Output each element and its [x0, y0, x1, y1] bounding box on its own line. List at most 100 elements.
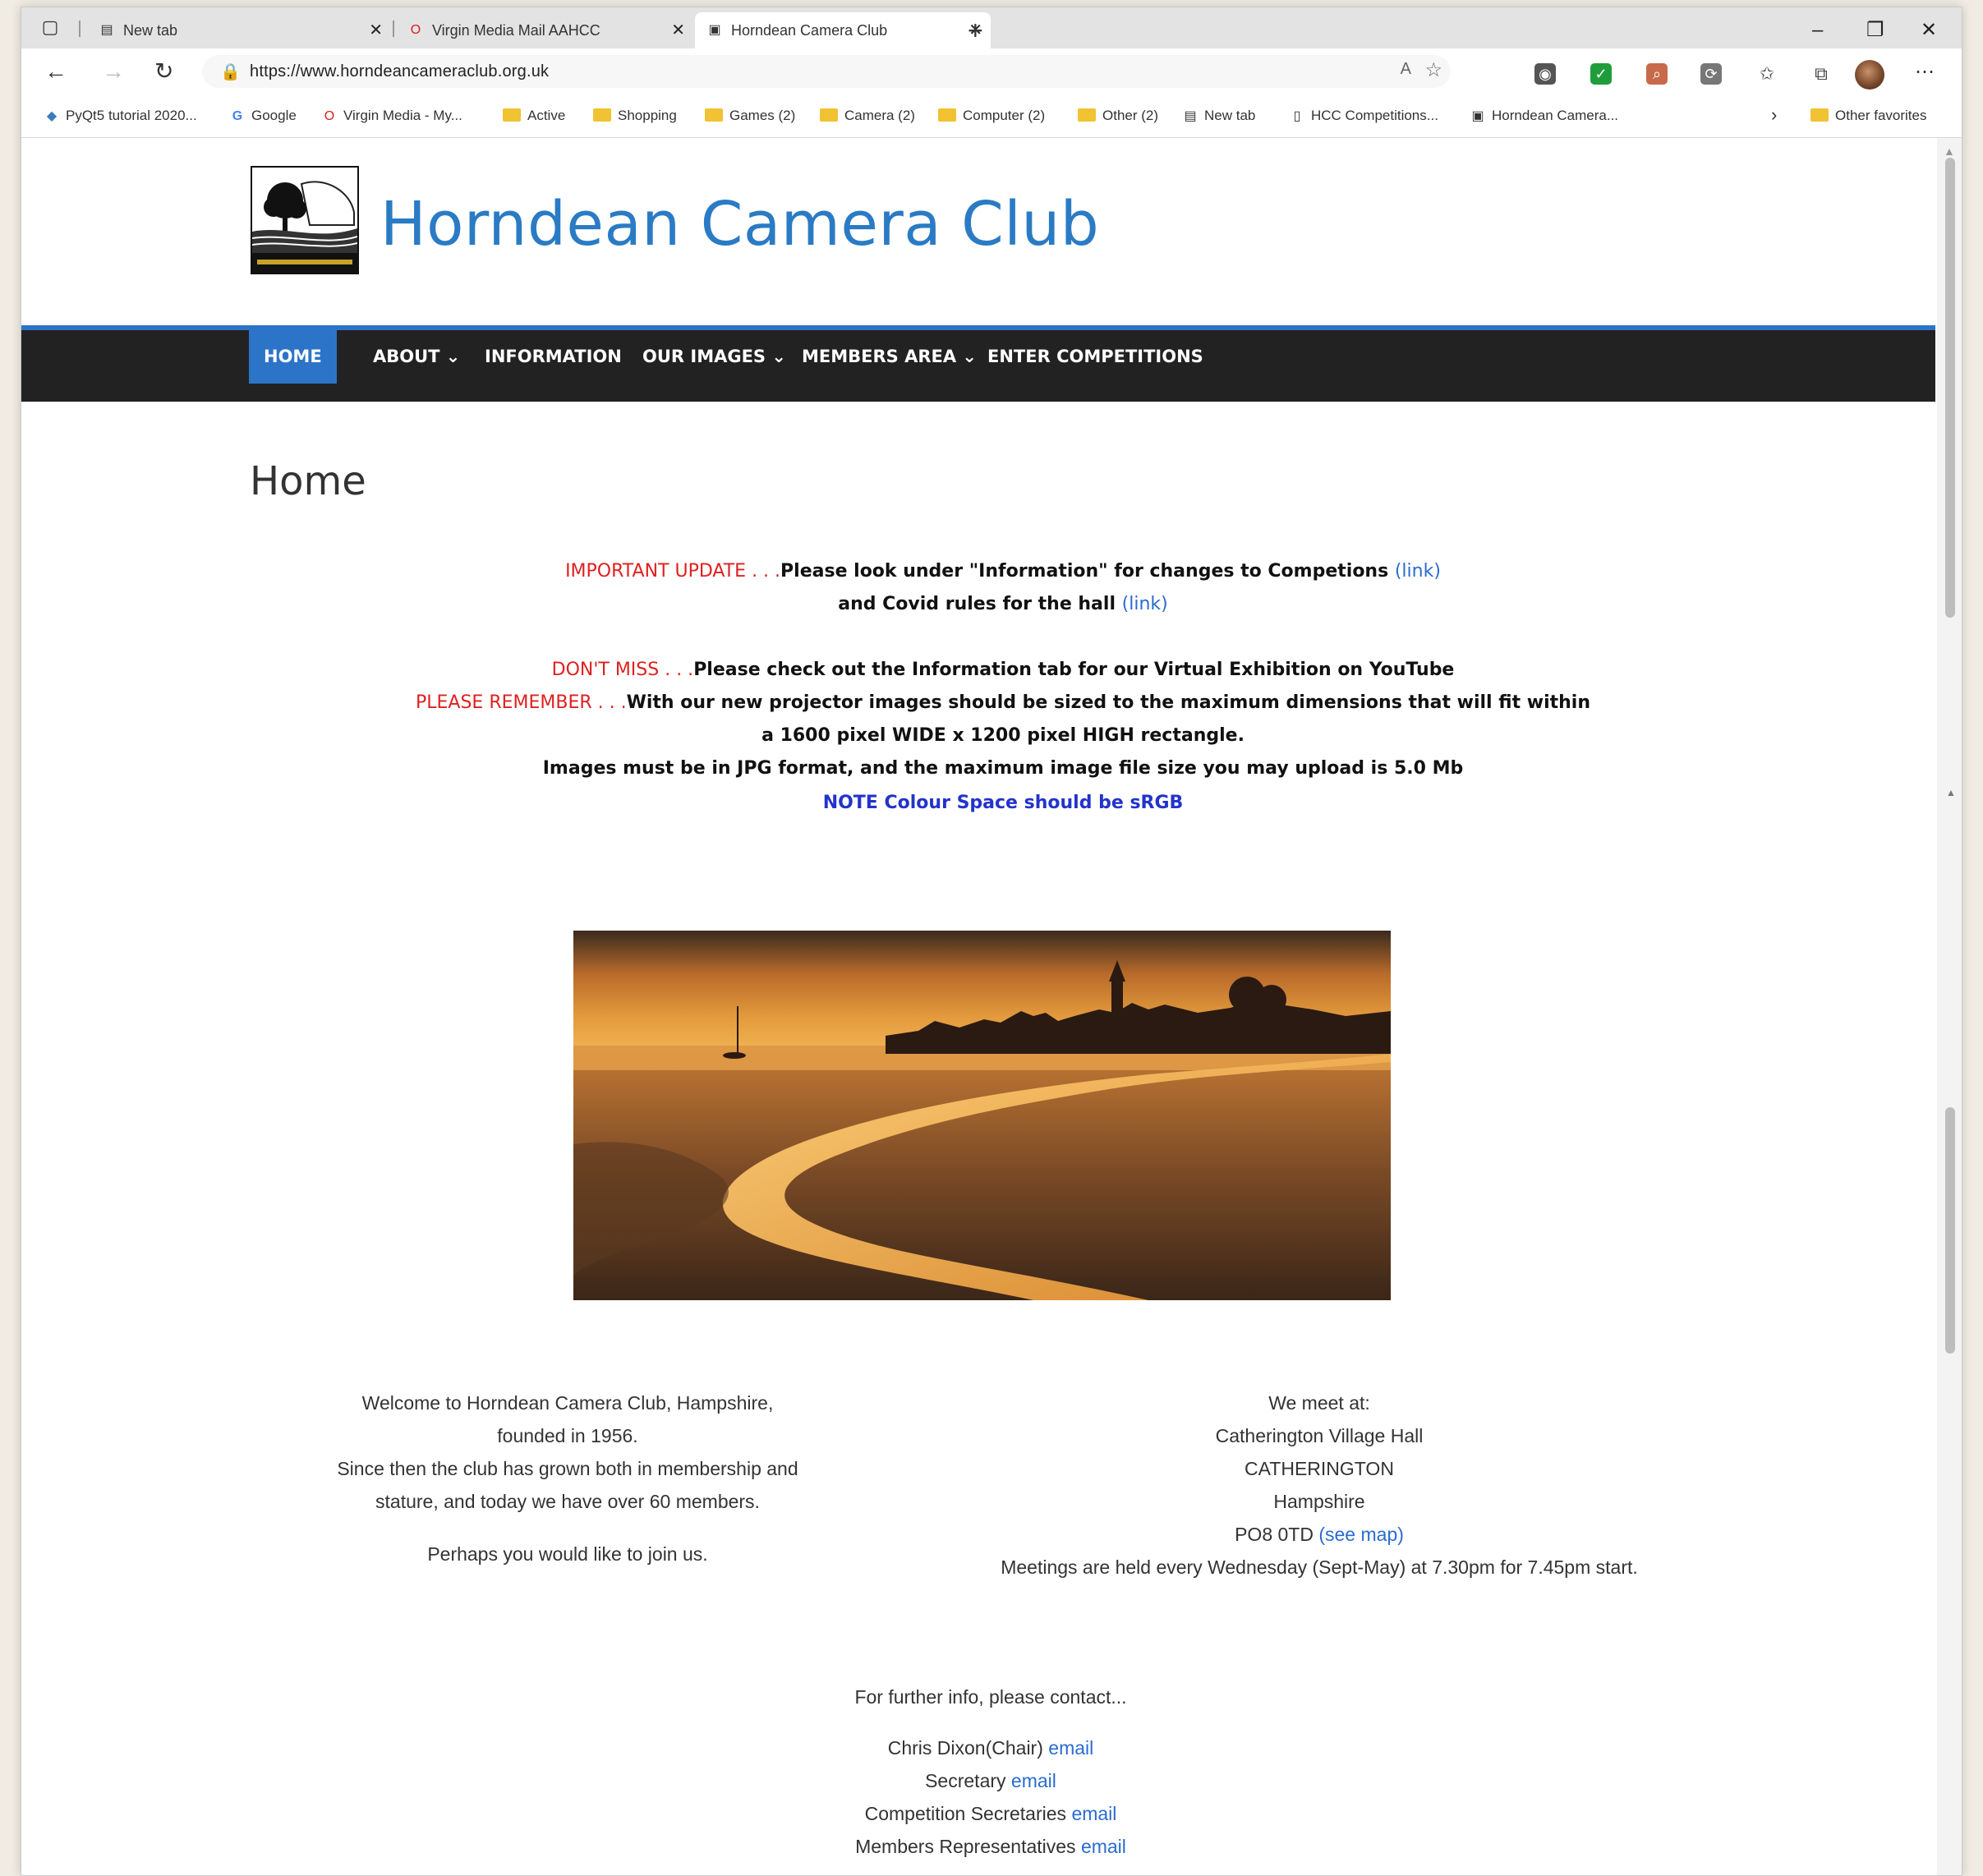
- close-icon[interactable]: ✕: [671, 12, 685, 48]
- read-aloud-icon[interactable]: A: [1401, 60, 1411, 79]
- newtab-icon: ▤: [1184, 109, 1197, 123]
- bookmark-folder-other[interactable]: Other (2): [1078, 108, 1158, 124]
- nav-our-images[interactable]: OUR IMAGES ⌄: [628, 330, 801, 384]
- bookmark-new-tab[interactable]: ▤ New tab: [1181, 108, 1255, 124]
- notice-image-size: a 1600 pixel WIDE x 1200 pixel HIGH rect…: [761, 725, 1245, 746]
- window-close-icon[interactable]: ✕: [1921, 14, 1937, 47]
- forward-icon[interactable]: →: [102, 57, 125, 86]
- virgin-media-icon: O: [324, 109, 335, 123]
- notice-please-remember: PLEASE REMEMBER . . .With our new projec…: [415, 692, 1590, 713]
- chevron-right-icon[interactable]: ›: [1771, 104, 1777, 126]
- page-icon: ▯: [1293, 109, 1301, 123]
- bookmark-folder-games[interactable]: Games (2): [705, 108, 795, 124]
- sidebar-toggle-icon[interactable]: ▢: [39, 17, 61, 37]
- address-bar[interactable]: 🔒 https://www.horndeancameraclub.org.uk …: [202, 55, 1451, 88]
- tab-strip: ▢ ▤ New tab ✕ O Virgin Media Mail AAHCC …: [21, 7, 1962, 48]
- camera-club-icon: ▣: [1471, 109, 1484, 123]
- favorite-star-icon[interactable]: ☆: [1424, 58, 1442, 82]
- sync-icon[interactable]: ⟳: [1700, 63, 1722, 85]
- folder-icon: [705, 108, 723, 122]
- back-icon[interactable]: ←: [44, 57, 67, 86]
- nav-home[interactable]: HOME: [249, 330, 337, 384]
- extension-icon[interactable]: ◉: [1534, 63, 1556, 85]
- restore-icon[interactable]: ❐: [1866, 14, 1884, 47]
- tab-separator: [393, 21, 394, 37]
- contact-section: For further info, please contact... Chri…: [679, 1681, 1303, 1863]
- tab-virgin-media[interactable]: O Virgin Media Mail AAHCC ✕: [396, 12, 693, 48]
- main-navigation: HOME ABOUT ⌄ INFORMATION OUR IMAGES ⌄ ME…: [21, 325, 1935, 402]
- newtab-icon: ▤: [100, 23, 113, 37]
- other-favorites[interactable]: Other favorites: [1810, 108, 1927, 124]
- notice-colour-space: NOTE Colour Space should be sRGB: [822, 793, 1184, 813]
- bookmark-folder-shopping[interactable]: Shopping: [593, 108, 677, 124]
- logo-tree-icon: [252, 168, 357, 273]
- nav-members-area[interactable]: MEMBERS AREA ⌄: [787, 330, 992, 384]
- folder-icon: [1078, 108, 1096, 122]
- minimize-icon[interactable]: –: [1812, 14, 1823, 47]
- folder-icon: [820, 108, 838, 122]
- new-tab-button[interactable]: +: [968, 14, 983, 47]
- chair-email-link[interactable]: email: [1048, 1737, 1093, 1759]
- tab-separator: [79, 21, 81, 37]
- secretary-email-link[interactable]: email: [1011, 1770, 1056, 1791]
- checkmark-extension-icon[interactable]: ✓: [1590, 63, 1612, 85]
- refresh-icon[interactable]: ↻: [154, 57, 173, 86]
- bookmark-hcc-competitions[interactable]: ▯ HCC Competitions...: [1288, 108, 1438, 124]
- close-icon[interactable]: ✕: [369, 12, 383, 48]
- scrollbar-thumb[interactable]: [1945, 158, 1955, 618]
- folder-icon: [1810, 108, 1829, 122]
- search-extension-icon[interactable]: ⌕: [1646, 63, 1668, 85]
- bookmark-folder-camera[interactable]: Camera (2): [820, 108, 915, 124]
- folder-icon: [938, 108, 956, 122]
- favorites-icon[interactable]: ✩: [1756, 63, 1778, 85]
- vertical-scrollbar[interactable]: ▲ ▲: [1937, 138, 1962, 1875]
- featured-photo: [573, 931, 1391, 1300]
- address-row: ← → ↻ 🔒 https://www.horndeancameraclub.o…: [21, 48, 1962, 96]
- bookmarks-bar: ◆ PyQt5 tutorial 2020... G Google O Virgin …: [21, 96, 1962, 138]
- collections-icon[interactable]: ⧉: [1810, 63, 1832, 85]
- virgin-media-icon: O: [410, 23, 421, 37]
- folder-icon: [503, 108, 521, 122]
- site-title[interactable]: Horndean Camera Club: [380, 189, 1099, 260]
- more-menu-icon[interactable]: ⋯: [1915, 60, 1935, 84]
- tab-new-tab[interactable]: ▤ New tab ✕: [87, 12, 391, 48]
- url-text[interactable]: https://www.horndeancameraclub.org.uk: [250, 62, 549, 81]
- nav-enter-competitions[interactable]: ENTER COMPETITIONS: [973, 330, 1218, 384]
- folder-icon: [593, 108, 611, 122]
- competitions-link[interactable]: (link): [1395, 561, 1441, 582]
- see-map-link[interactable]: (see map): [1318, 1524, 1404, 1545]
- members-email-link[interactable]: email: [1081, 1836, 1126, 1857]
- tab-horndean-camera-club[interactable]: ▣ Horndean Camera Club ✕: [695, 12, 991, 48]
- notice-dont-miss: DON'T MISS . . .Please check out the Inf…: [551, 660, 1455, 680]
- google-icon: G: [232, 109, 243, 123]
- profile-avatar[interactable]: [1855, 60, 1884, 90]
- bookmark-folder-computer[interactable]: Computer (2): [938, 108, 1045, 124]
- notice-image-format: Images must be in JPG format, and the ma…: [542, 758, 1464, 779]
- web-page: Horndean Camera Club HOME ABOUT ⌄ INFORM…: [21, 138, 1935, 1875]
- contact-members-representatives: Members Representatives email: [855, 1836, 1126, 1857]
- contact-competition-secretaries: Competition Secretaries email: [864, 1803, 1117, 1824]
- sunset-harbour-image: [573, 931, 1391, 1300]
- contact-secretary: Secretary email: [925, 1770, 1056, 1791]
- bookmark-virgin-media[interactable]: O Virgin Media - My...: [320, 108, 462, 124]
- bookmark-pyqt5[interactable]: ◆ PyQt5 tutorial 2020...: [43, 108, 197, 124]
- competition-email-link[interactable]: email: [1071, 1803, 1116, 1824]
- lock-icon[interactable]: 🔒: [220, 62, 241, 82]
- covid-rules-link[interactable]: (link): [1122, 594, 1168, 614]
- contact-chair: Chris Dixon(Chair) email: [887, 1737, 1094, 1759]
- club-logo[interactable]: [251, 166, 359, 274]
- bookmark-horndean-camera[interactable]: ▣ Horndean Camera...: [1469, 108, 1618, 124]
- bookmark-folder-active[interactable]: Active: [503, 108, 565, 124]
- nav-about[interactable]: ABOUT ⌄: [358, 330, 475, 384]
- browser-window: ▢ ▤ New tab ✕ O Virgin Media Mail AAHCC …: [21, 7, 1962, 1876]
- scroll-marker-icon: ▲: [1946, 787, 1956, 798]
- welcome-section: Welcome to Horndean Camera Club, Hampshi…: [337, 1392, 798, 1565]
- notice-important-update: IMPORTANT UPDATE . . .Please look under …: [565, 561, 1441, 582]
- notice-covid-rules: and Covid rules for the hall (link): [838, 594, 1168, 614]
- scroll-up-icon[interactable]: ▲: [1944, 145, 1955, 158]
- nav-information[interactable]: INFORMATION: [470, 330, 637, 384]
- camera-club-icon: ▣: [708, 23, 721, 37]
- bookmark-google[interactable]: G Google: [228, 108, 297, 124]
- page-title: Home: [250, 458, 366, 504]
- scrollbar-thumb-secondary[interactable]: [1945, 1107, 1955, 1354]
